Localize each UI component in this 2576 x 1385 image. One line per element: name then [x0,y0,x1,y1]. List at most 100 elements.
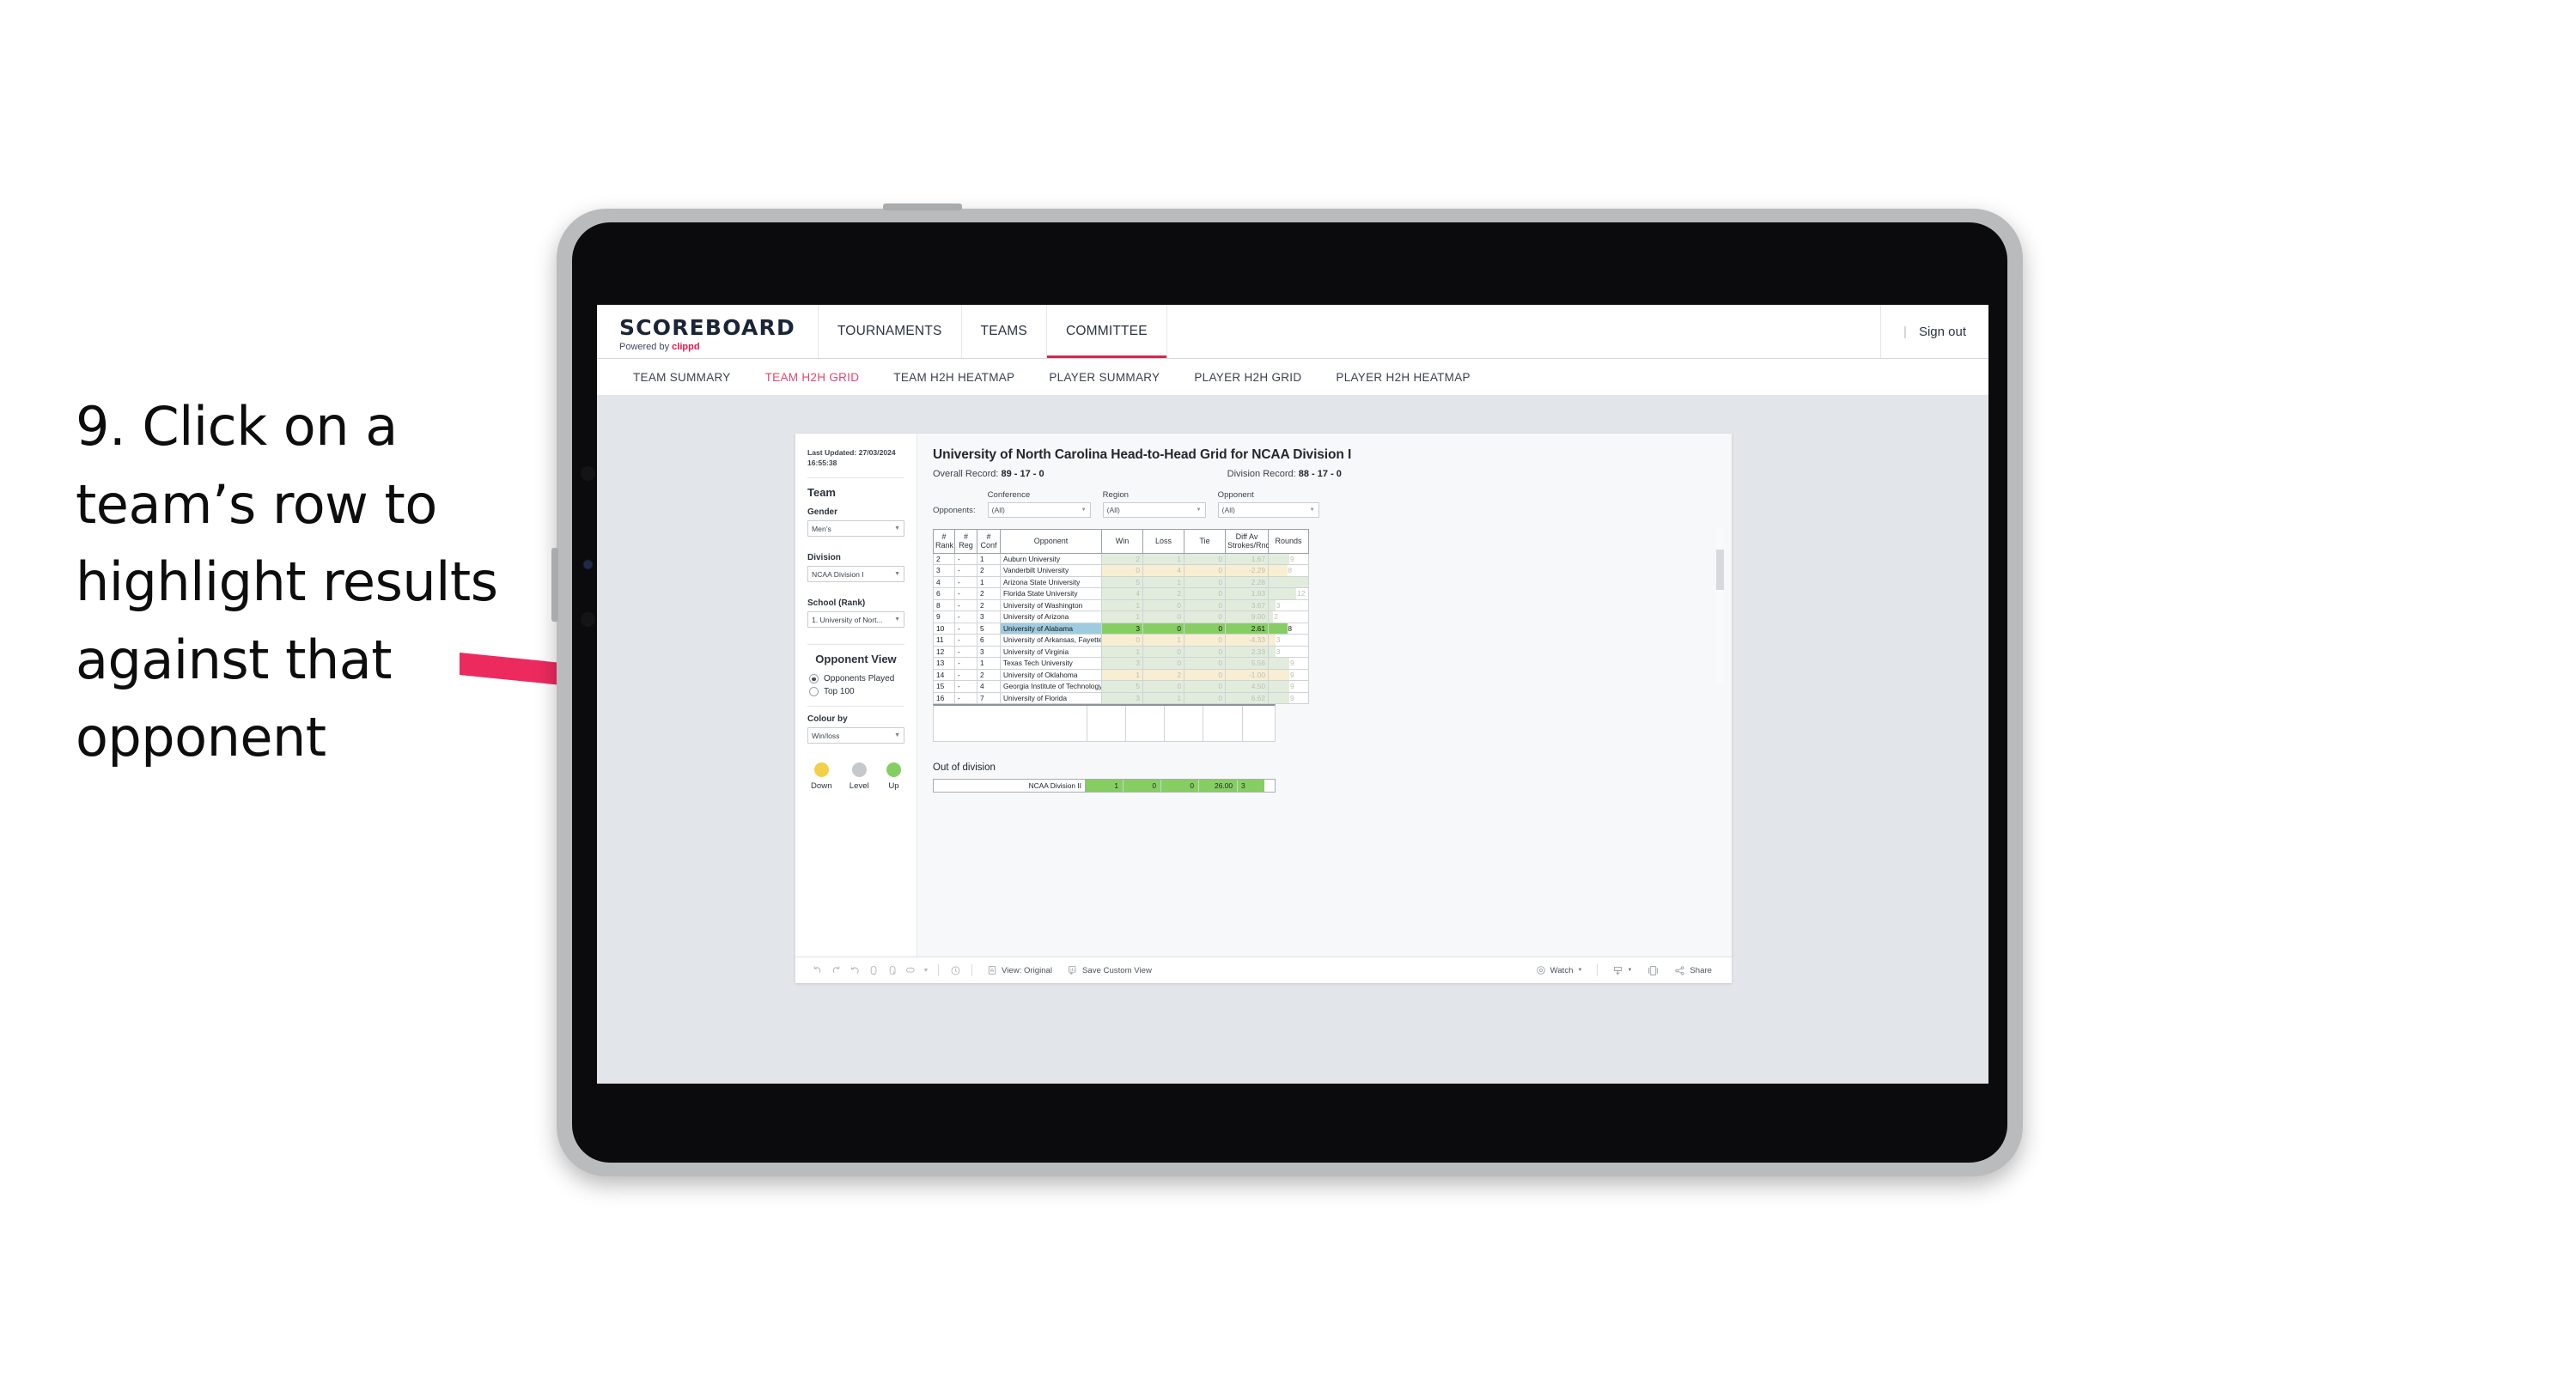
cell-conf: 1 [977,552,1001,566]
cell-win: 3 [1101,622,1143,635]
col-win: Win [1101,529,1143,554]
sub-tab-player-summary[interactable]: PLAYER SUMMARY [1032,371,1177,384]
pause-updates-icon[interactable] [883,961,902,980]
cell-rounds: 9 [1268,657,1309,670]
cell-opponent: Auburn University [1000,552,1102,566]
table-row[interactable]: 15-4 Georgia Institute of Technology 5 0 0 4.… [933,680,1309,693]
school-rank-select[interactable]: 1. University of Nort... ▼ [807,611,904,629]
undo-icon[interactable] [807,961,826,980]
nav-tab-committee[interactable]: COMMITTEE [1046,305,1167,358]
division-select[interactable]: NCAA Division I ▼ [807,566,904,583]
opponent-view-heading: Opponent View [815,653,897,666]
radio-opponents-played[interactable]: Opponents Played [809,674,904,684]
cell-tie: 0 [1184,575,1226,589]
table-row[interactable]: 2-1 Auburn University 2 1 0 1.67 9 [933,552,1309,566]
table-row[interactable]: 8-2 University of Washington 1 0 0 3.67 3 [933,598,1309,612]
opponent-filters: Opponents: Conference (All) ▼ Region (Al [933,490,1716,518]
save-custom-view-label: Save Custom View [1082,965,1152,975]
cell-rounds: 9 [1268,691,1309,705]
cell-opponent: University of Alabama [1000,622,1102,635]
gender-select[interactable]: Men’s ▼ [807,520,904,538]
rounds-value: 8 [1288,566,1292,575]
chevron-down-icon: ▼ [1627,968,1633,973]
tablet-camera-dot-top [581,466,595,481]
table-row[interactable]: 12-3 University of Virginia 1 0 0 2.33 3 [933,645,1309,659]
table-row[interactable]: 13-1 Texas Tech University 3 0 0 5.56 9 [933,657,1309,670]
ood-win: 1 [1086,780,1124,793]
ood-rounds: 3 [1238,780,1275,793]
cell-loss: 1 [1142,575,1184,589]
radio-top-100[interactable]: Top 100 [809,687,904,697]
clippd-brand: clippd [672,341,700,352]
cell-rounds: 9 [1268,680,1309,693]
chevron-down-icon: ▼ [1196,507,1202,513]
h2h-grid-body: 2-1 Auburn University 2 1 0 1.67 9 3-2 Vanderbil… [933,552,1309,705]
sub-tab-player-h2h-heatmap[interactable]: PLAYER H2H HEATMAP [1318,371,1487,384]
opponent-select[interactable]: (All) ▼ [1217,502,1319,518]
footer-seg-3 [1126,706,1165,742]
ood-rounds-value: 3 [1241,781,1245,791]
out-of-division-row[interactable]: NCAA Division II 1 0 0 26.00 3 [933,779,1276,793]
clock-icon[interactable] [946,961,965,980]
watch-button[interactable]: Watch ▼ [1528,965,1591,975]
nav-tab-teams[interactable]: TEAMS [962,305,1047,358]
table-row[interactable]: 14-2 University of Oklahoma 1 2 0 -1.00 9 [933,668,1309,682]
legend-label-down: Down [811,781,832,792]
table-row[interactable]: 16-7 University of Florida 3 1 0 6.62 9 [933,691,1309,705]
conference-select[interactable]: (All) ▼ [987,502,1091,518]
table-row[interactable]: 4-1Arizona State University5102.2817 [933,575,1309,589]
cell-reg: - [954,622,977,635]
cell-win: 5 [1101,575,1143,589]
chevron-down-icon: ▼ [894,617,900,623]
cell-diff: 3.67 [1225,598,1269,612]
grid-scrollbar-thumb[interactable] [1716,550,1724,590]
app-screen: SCOREBOARD Powered by clippd TOURNAMENTS… [597,305,1988,1084]
loop-icon[interactable] [902,961,921,980]
col-rank: # Rank [933,529,955,554]
sub-tab-player-h2h-grid[interactable]: PLAYER H2H GRID [1177,371,1318,384]
sidebar-divider-2 [807,644,904,646]
cell-conf: 4 [977,680,1001,693]
table-row[interactable]: 3-2 Vanderbilt University 0 4 0 -2.29 8 [933,564,1309,577]
view-original-button[interactable]: View: Original [979,965,1060,975]
cell-reg: - [954,575,977,589]
legend-item-level: Level [850,762,869,791]
col-diff: Diff Av Strokes/Rnd [1225,529,1270,554]
share-label: Share [1690,965,1712,975]
refresh-data-icon[interactable] [864,961,883,980]
radio-icon-selected [809,674,819,684]
ood-label: NCAA Division II [934,780,1086,793]
nav-divider: | [1903,324,1907,339]
chevron-down-icon[interactable]: ▼ [921,961,931,980]
h2h-grid-header-row: # Rank # Reg # Conf Opponent Win Loss Tie D… [933,529,1309,554]
cell-rounds: 3 [1268,598,1309,612]
sub-tab-team-h2h-grid[interactable]: TEAM H2H GRID [748,371,877,384]
save-custom-view-button[interactable]: Save Custom View [1060,965,1160,975]
filter-sidebar: Last Updated: 27/03/2024 16:55:38 Team G… [795,434,917,957]
powered-by-label: Powered by clippd [619,342,795,352]
rounds-value: 9 [1290,682,1294,691]
nav-tab-tournaments[interactable]: TOURNAMENTS [819,305,962,358]
colour-by-select[interactable]: Win/loss ▼ [807,727,904,744]
radio-opponents-played-label: Opponents Played [824,674,895,684]
cell-rank: 10 [933,622,955,635]
share-button[interactable]: Share [1666,965,1720,976]
region-select[interactable]: (All) ▼ [1102,502,1206,518]
redo-icon[interactable] [826,961,845,980]
region-filter: Region (All) ▼ [1102,490,1206,518]
toolbar-divider-2 [971,964,972,976]
opponent-filter: Opponent (All) ▼ [1217,490,1319,518]
table-row[interactable]: 9-3 University of Arizona 1 0 0 9.00 2 [933,610,1309,623]
cell-rank: 3 [933,564,955,577]
download-button[interactable]: ▼ [1605,965,1640,976]
footer-seg-5 [1203,706,1243,742]
sub-tab-team-summary[interactable]: TEAM SUMMARY [616,371,748,384]
overall-record: Overall Record: 89 - 17 - 0 [933,469,1044,479]
fullscreen-button[interactable] [1640,965,1666,976]
revert-icon[interactable] [845,961,864,980]
table-row[interactable]: 6-2 Florida State University 4 2 0 1.83 12 [933,587,1309,600]
table-row[interactable]: 10-5 University of Alabama 3 0 0 2.61 8 [933,622,1309,635]
sign-out-button[interactable]: | Sign out [1881,305,1988,358]
sub-tab-team-h2h-heatmap[interactable]: TEAM H2H HEATMAP [876,371,1032,384]
table-row[interactable]: 11-6University of Arkansas, Fayetteville… [933,634,1309,647]
